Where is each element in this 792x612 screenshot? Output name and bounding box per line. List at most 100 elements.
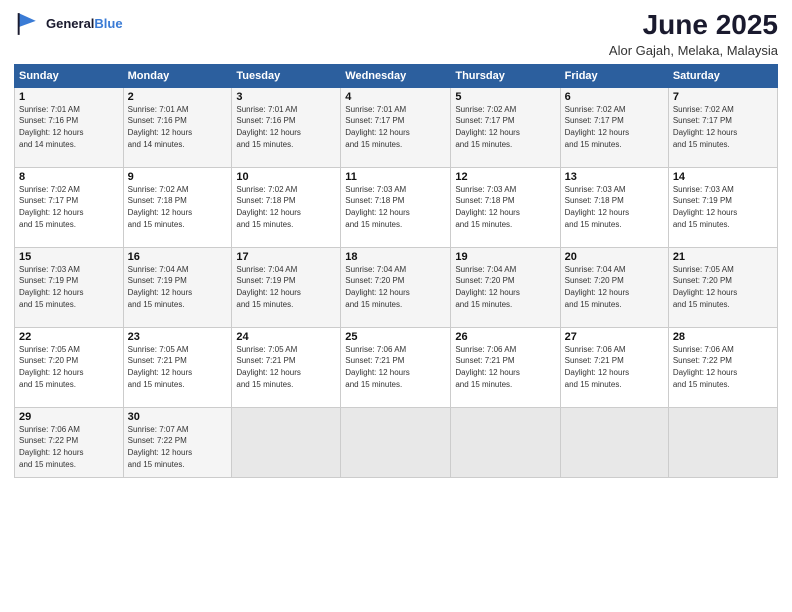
calendar-cell: 5Sunrise: 7:02 AMSunset: 7:17 PMDaylight… bbox=[451, 87, 560, 167]
calendar-cell: 27Sunrise: 7:06 AMSunset: 7:21 PMDayligh… bbox=[560, 327, 668, 407]
col-header-saturday: Saturday bbox=[668, 64, 777, 87]
day-info: Sunrise: 7:06 AMSunset: 7:22 PMDaylight:… bbox=[19, 424, 119, 470]
day-number: 28 bbox=[673, 331, 773, 343]
day-info: Sunrise: 7:05 AMSunset: 7:20 PMDaylight:… bbox=[673, 264, 773, 310]
day-number: 5 bbox=[455, 91, 555, 103]
day-info: Sunrise: 7:03 AMSunset: 7:18 PMDaylight:… bbox=[345, 184, 446, 230]
calendar-cell: 8Sunrise: 7:02 AMSunset: 7:17 PMDaylight… bbox=[15, 167, 124, 247]
day-info: Sunrise: 7:04 AMSunset: 7:20 PMDaylight:… bbox=[565, 264, 664, 310]
day-info: Sunrise: 7:01 AMSunset: 7:16 PMDaylight:… bbox=[236, 104, 336, 150]
day-number: 14 bbox=[673, 171, 773, 183]
calendar-table: SundayMondayTuesdayWednesdayThursdayFrid… bbox=[14, 64, 778, 478]
day-info: Sunrise: 7:06 AMSunset: 7:21 PMDaylight:… bbox=[455, 344, 555, 390]
title-block: June 2025 Alor Gajah, Melaka, Malaysia bbox=[609, 10, 778, 58]
day-number: 15 bbox=[19, 251, 119, 263]
col-header-friday: Friday bbox=[560, 64, 668, 87]
col-header-monday: Monday bbox=[123, 64, 232, 87]
day-number: 18 bbox=[345, 251, 446, 263]
day-info: Sunrise: 7:06 AMSunset: 7:21 PMDaylight:… bbox=[345, 344, 446, 390]
month-title: June 2025 bbox=[609, 10, 778, 41]
calendar-cell: 11Sunrise: 7:03 AMSunset: 7:18 PMDayligh… bbox=[341, 167, 451, 247]
calendar-cell: 22Sunrise: 7:05 AMSunset: 7:20 PMDayligh… bbox=[15, 327, 124, 407]
calendar-cell bbox=[668, 407, 777, 477]
calendar-cell: 15Sunrise: 7:03 AMSunset: 7:19 PMDayligh… bbox=[15, 247, 124, 327]
calendar-cell: 28Sunrise: 7:06 AMSunset: 7:22 PMDayligh… bbox=[668, 327, 777, 407]
calendar-cell: 19Sunrise: 7:04 AMSunset: 7:20 PMDayligh… bbox=[451, 247, 560, 327]
day-number: 20 bbox=[565, 251, 664, 263]
day-info: Sunrise: 7:03 AMSunset: 7:18 PMDaylight:… bbox=[455, 184, 555, 230]
calendar-cell: 30Sunrise: 7:07 AMSunset: 7:22 PMDayligh… bbox=[123, 407, 232, 477]
day-number: 3 bbox=[236, 91, 336, 103]
day-info: Sunrise: 7:04 AMSunset: 7:20 PMDaylight:… bbox=[455, 264, 555, 310]
calendar-cell: 6Sunrise: 7:02 AMSunset: 7:17 PMDaylight… bbox=[560, 87, 668, 167]
day-number: 10 bbox=[236, 171, 336, 183]
calendar-cell bbox=[341, 407, 451, 477]
week-row-4: 22Sunrise: 7:05 AMSunset: 7:20 PMDayligh… bbox=[15, 327, 778, 407]
calendar-cell: 4Sunrise: 7:01 AMSunset: 7:17 PMDaylight… bbox=[341, 87, 451, 167]
day-info: Sunrise: 7:04 AMSunset: 7:19 PMDaylight:… bbox=[128, 264, 228, 310]
calendar-cell: 20Sunrise: 7:04 AMSunset: 7:20 PMDayligh… bbox=[560, 247, 668, 327]
logo-icon bbox=[14, 10, 42, 38]
calendar-cell: 26Sunrise: 7:06 AMSunset: 7:21 PMDayligh… bbox=[451, 327, 560, 407]
day-number: 12 bbox=[455, 171, 555, 183]
calendar-cell bbox=[451, 407, 560, 477]
logo: GeneralBlue bbox=[14, 10, 123, 38]
day-info: Sunrise: 7:02 AMSunset: 7:18 PMDaylight:… bbox=[236, 184, 336, 230]
day-info: Sunrise: 7:07 AMSunset: 7:22 PMDaylight:… bbox=[128, 424, 228, 470]
calendar-cell bbox=[560, 407, 668, 477]
day-number: 9 bbox=[128, 171, 228, 183]
day-info: Sunrise: 7:03 AMSunset: 7:19 PMDaylight:… bbox=[673, 184, 773, 230]
calendar-cell: 29Sunrise: 7:06 AMSunset: 7:22 PMDayligh… bbox=[15, 407, 124, 477]
calendar-cell: 12Sunrise: 7:03 AMSunset: 7:18 PMDayligh… bbox=[451, 167, 560, 247]
day-info: Sunrise: 7:06 AMSunset: 7:21 PMDaylight:… bbox=[565, 344, 664, 390]
page: GeneralBlue June 2025 Alor Gajah, Melaka… bbox=[0, 0, 792, 612]
day-number: 19 bbox=[455, 251, 555, 263]
day-info: Sunrise: 7:03 AMSunset: 7:18 PMDaylight:… bbox=[565, 184, 664, 230]
day-number: 13 bbox=[565, 171, 664, 183]
col-header-sunday: Sunday bbox=[15, 64, 124, 87]
day-number: 22 bbox=[19, 331, 119, 343]
week-row-5: 29Sunrise: 7:06 AMSunset: 7:22 PMDayligh… bbox=[15, 407, 778, 477]
day-info: Sunrise: 7:02 AMSunset: 7:17 PMDaylight:… bbox=[673, 104, 773, 150]
logo-blue-text: Blue bbox=[94, 16, 122, 31]
header: GeneralBlue June 2025 Alor Gajah, Melaka… bbox=[14, 10, 778, 58]
day-number: 21 bbox=[673, 251, 773, 263]
day-number: 16 bbox=[128, 251, 228, 263]
calendar-cell bbox=[232, 407, 341, 477]
day-info: Sunrise: 7:02 AMSunset: 7:17 PMDaylight:… bbox=[455, 104, 555, 150]
day-number: 7 bbox=[673, 91, 773, 103]
calendar-cell: 17Sunrise: 7:04 AMSunset: 7:19 PMDayligh… bbox=[232, 247, 341, 327]
day-number: 8 bbox=[19, 171, 119, 183]
calendar-cell: 16Sunrise: 7:04 AMSunset: 7:19 PMDayligh… bbox=[123, 247, 232, 327]
day-number: 27 bbox=[565, 331, 664, 343]
day-info: Sunrise: 7:02 AMSunset: 7:18 PMDaylight:… bbox=[128, 184, 228, 230]
day-number: 17 bbox=[236, 251, 336, 263]
logo-text: GeneralBlue bbox=[46, 16, 123, 32]
day-number: 26 bbox=[455, 331, 555, 343]
col-header-thursday: Thursday bbox=[451, 64, 560, 87]
day-info: Sunrise: 7:03 AMSunset: 7:19 PMDaylight:… bbox=[19, 264, 119, 310]
calendar-cell: 9Sunrise: 7:02 AMSunset: 7:18 PMDaylight… bbox=[123, 167, 232, 247]
calendar-cell: 25Sunrise: 7:06 AMSunset: 7:21 PMDayligh… bbox=[341, 327, 451, 407]
header-row: SundayMondayTuesdayWednesdayThursdayFrid… bbox=[15, 64, 778, 87]
col-header-tuesday: Tuesday bbox=[232, 64, 341, 87]
day-info: Sunrise: 7:05 AMSunset: 7:21 PMDaylight:… bbox=[128, 344, 228, 390]
day-number: 23 bbox=[128, 331, 228, 343]
day-info: Sunrise: 7:06 AMSunset: 7:22 PMDaylight:… bbox=[673, 344, 773, 390]
day-info: Sunrise: 7:01 AMSunset: 7:16 PMDaylight:… bbox=[128, 104, 228, 150]
week-row-2: 8Sunrise: 7:02 AMSunset: 7:17 PMDaylight… bbox=[15, 167, 778, 247]
week-row-1: 1Sunrise: 7:01 AMSunset: 7:16 PMDaylight… bbox=[15, 87, 778, 167]
calendar-cell: 21Sunrise: 7:05 AMSunset: 7:20 PMDayligh… bbox=[668, 247, 777, 327]
day-number: 6 bbox=[565, 91, 664, 103]
calendar-cell: 14Sunrise: 7:03 AMSunset: 7:19 PMDayligh… bbox=[668, 167, 777, 247]
day-number: 24 bbox=[236, 331, 336, 343]
calendar-cell: 3Sunrise: 7:01 AMSunset: 7:16 PMDaylight… bbox=[232, 87, 341, 167]
day-info: Sunrise: 7:04 AMSunset: 7:19 PMDaylight:… bbox=[236, 264, 336, 310]
day-number: 11 bbox=[345, 171, 446, 183]
day-info: Sunrise: 7:05 AMSunset: 7:20 PMDaylight:… bbox=[19, 344, 119, 390]
day-number: 30 bbox=[128, 411, 228, 423]
day-info: Sunrise: 7:02 AMSunset: 7:17 PMDaylight:… bbox=[565, 104, 664, 150]
logo-line1: GeneralBlue bbox=[46, 16, 123, 32]
calendar-cell: 10Sunrise: 7:02 AMSunset: 7:18 PMDayligh… bbox=[232, 167, 341, 247]
day-number: 25 bbox=[345, 331, 446, 343]
